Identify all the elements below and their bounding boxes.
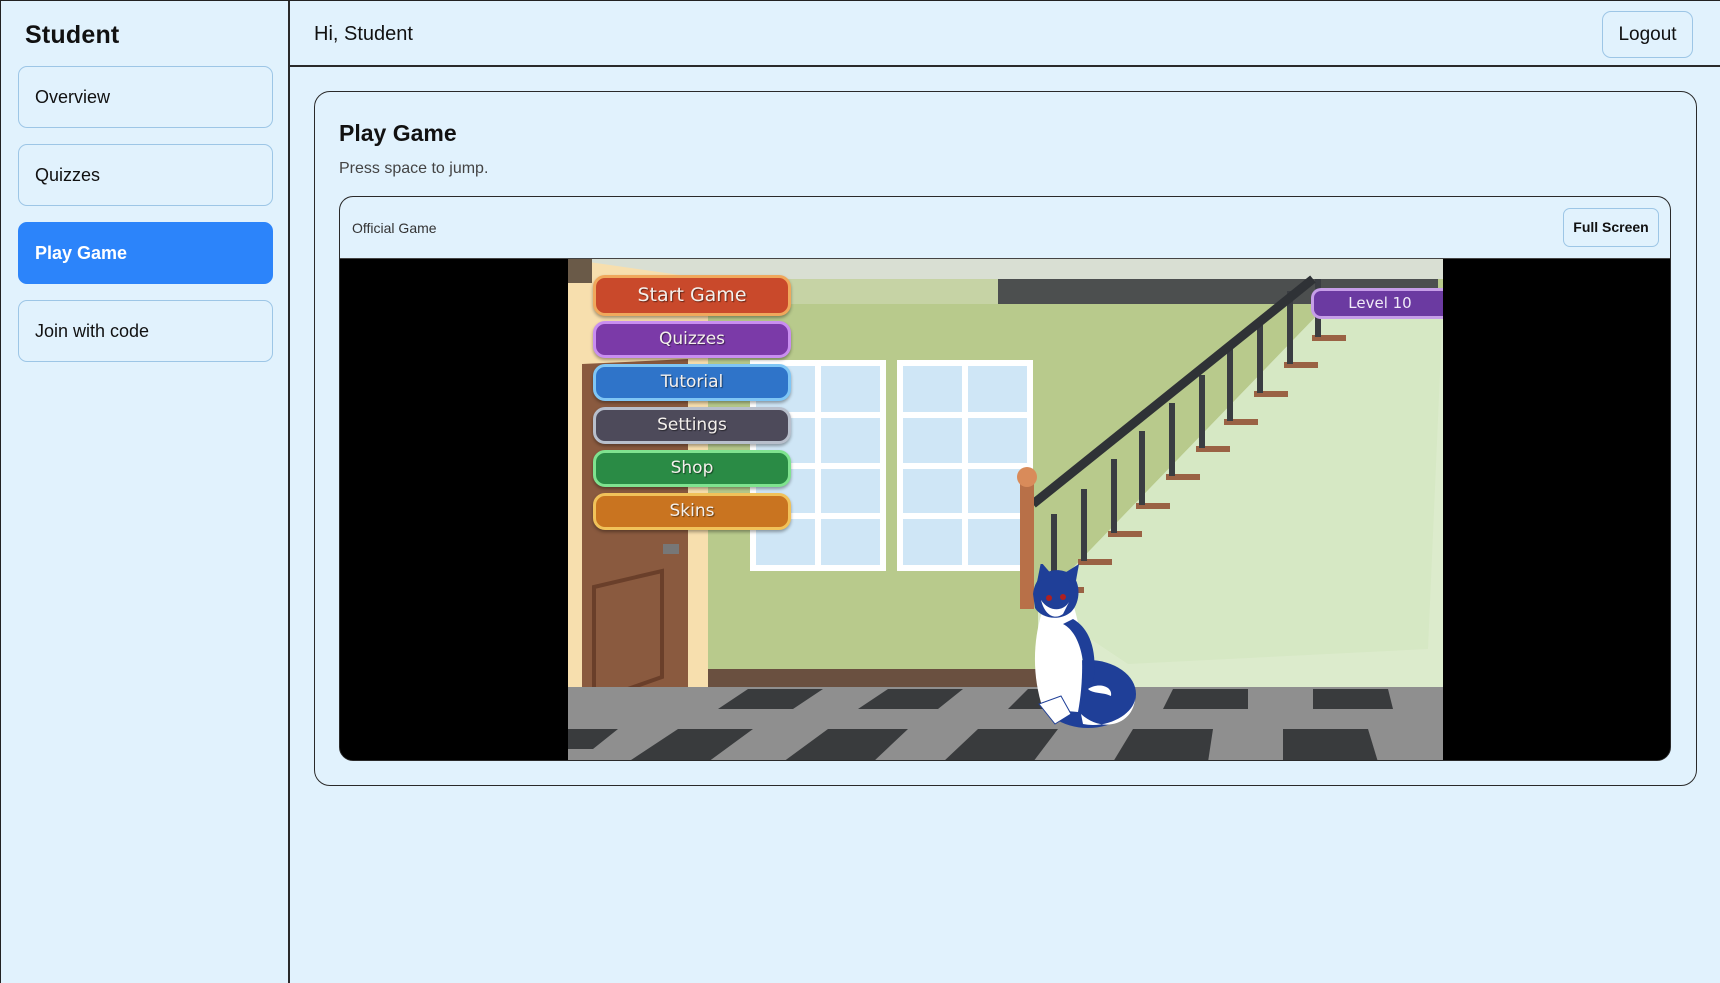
game-scene[interactable]: Start Game Quizzes Tutorial Settings Sho… [568, 259, 1443, 760]
tutorial-button[interactable]: Tutorial [593, 364, 791, 401]
game-panel: Official Game Full Screen Start Game Qui… [339, 196, 1671, 761]
greeting-text: Hi, Student [314, 23, 413, 45]
full-screen-button[interactable]: Full Screen [1563, 208, 1659, 247]
cat-character-illustration [1033, 564, 1136, 728]
shop-button[interactable]: Shop [593, 450, 791, 487]
app-root: Student Overview Quizzes Play Game Join … [0, 0, 1720, 983]
sidebar: Student Overview Quizzes Play Game Join … [1, 1, 290, 983]
top-header: Hi, Student Logout [290, 1, 1720, 67]
game-panel-label: Official Game [352, 220, 437, 236]
game-viewport[interactable]: Start Game Quizzes Tutorial Settings Sho… [340, 259, 1670, 760]
settings-button[interactable]: Settings [593, 407, 791, 444]
start-game-button[interactable]: Start Game [593, 275, 791, 316]
page-subtitle: Press space to jump. [339, 160, 489, 177]
skins-button[interactable]: Skins [593, 493, 791, 530]
sidebar-item-play-game[interactable]: Play Game [18, 222, 273, 284]
game-quizzes-button[interactable]: Quizzes [593, 321, 791, 358]
play-game-card: Play Game Press space to jump. Official … [314, 91, 1697, 786]
sidebar-item-quizzes[interactable]: Quizzes [18, 144, 273, 206]
sidebar-item-join-with-code[interactable]: Join with code [18, 300, 273, 362]
logout-button[interactable]: Logout [1602, 11, 1693, 58]
page-title: Play Game [339, 120, 457, 146]
level-badge: Level 10 [1311, 288, 1443, 319]
sidebar-item-overview[interactable]: Overview [18, 66, 273, 128]
sidebar-title: Student [25, 21, 120, 49]
game-panel-toolbar: Official Game Full Screen [340, 197, 1670, 259]
